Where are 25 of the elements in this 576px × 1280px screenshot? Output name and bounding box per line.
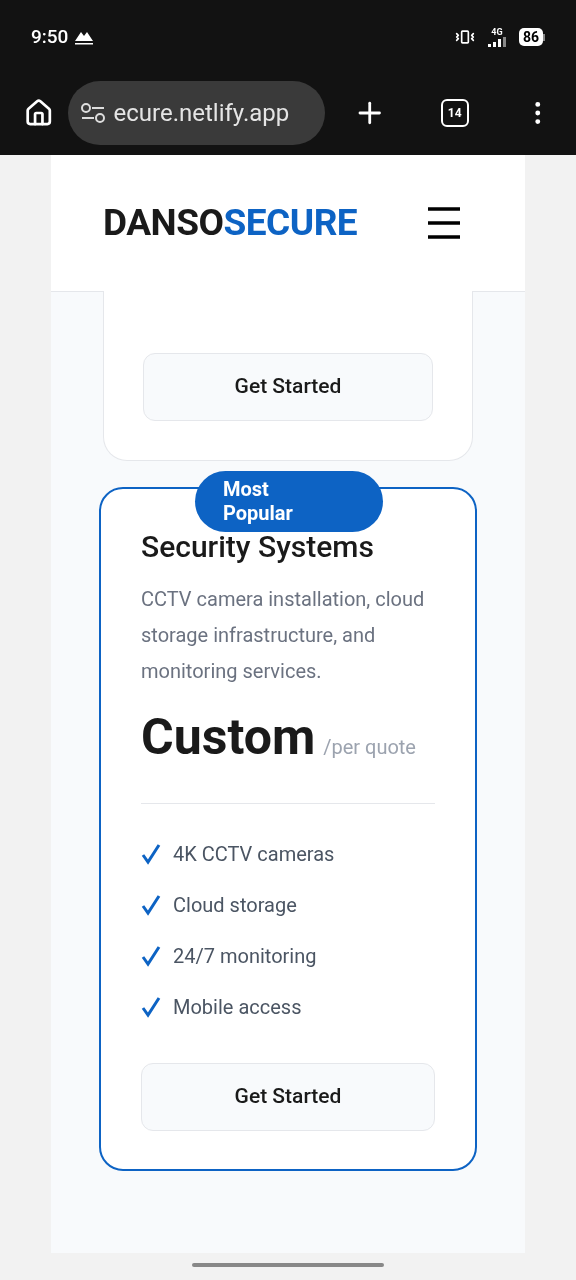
feature-text: Cloud storage <box>173 892 297 919</box>
check-icon <box>141 996 161 1018</box>
site-settings-icon[interactable] <box>79 101 106 124</box>
home-icon[interactable] <box>24 97 54 128</box>
vibrate-icon <box>454 27 475 47</box>
feature-text: 4K CCTV cameras <box>173 841 335 868</box>
check-icon <box>141 945 161 967</box>
get-started-button[interactable]: Get Started <box>143 353 433 421</box>
url-text: ecure.netlify.app <box>113 97 290 129</box>
clock-time: 9:50 <box>31 23 69 50</box>
get-started-button[interactable]: Get Started <box>141 1063 435 1131</box>
plan-description: CCTV camera installation, cloud storage infrastructure, and monitoring services. <box>141 586 426 685</box>
plan-title: Security Systems <box>141 529 375 565</box>
most-popular-badge: Most Popular <box>195 471 383 532</box>
battery-icon: 86 <box>518 28 545 46</box>
price-period: /per quote <box>323 735 416 759</box>
feature-text: Mobile access <box>173 994 302 1021</box>
plan-price: Custom <box>141 708 316 766</box>
site-logo[interactable]: DANSOSECURE <box>103 195 358 251</box>
feature-text: 24/7 monitoring <box>173 943 317 970</box>
address-bar[interactable]: ecure.netlify.app <box>67 80 326 145</box>
check-icon <box>141 894 161 916</box>
menu-icon[interactable] <box>427 206 461 240</box>
check-icon <box>141 843 161 865</box>
tab-count-button[interactable]: 14 <box>440 98 469 127</box>
